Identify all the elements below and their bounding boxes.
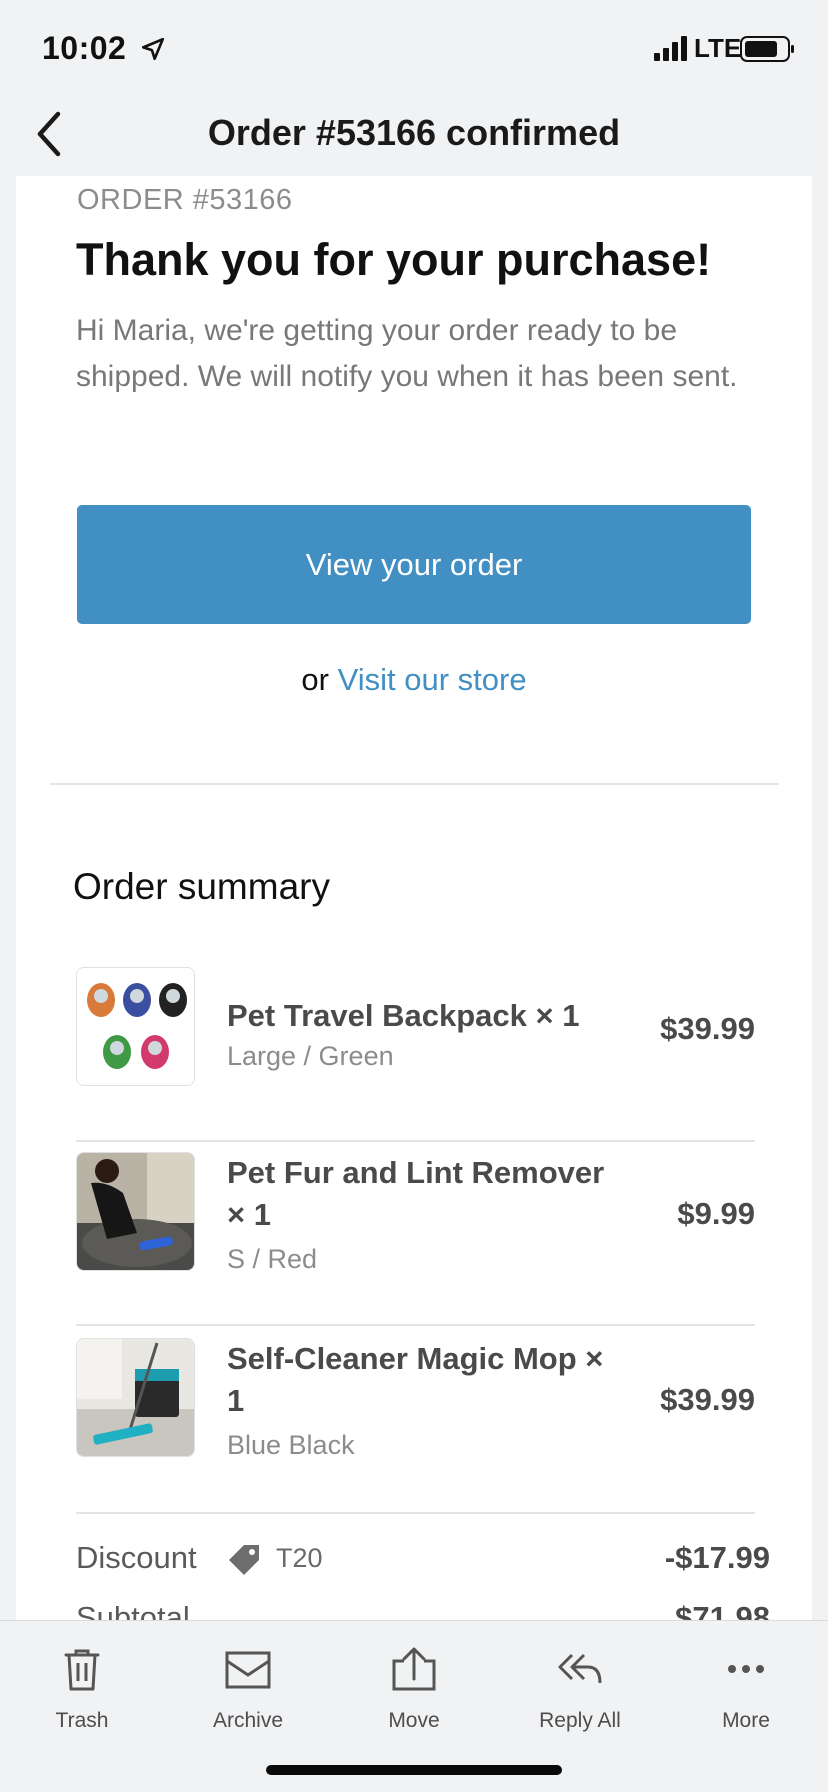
lint-remover-thumbnail <box>76 1152 195 1271</box>
order-number: ORDER #53166 <box>77 184 293 216</box>
order-summary-heading: Order summary <box>73 866 330 907</box>
battery-icon <box>740 36 794 62</box>
item-variant: Blue Black <box>227 1430 355 1460</box>
pet-backpack-image <box>77 968 194 1085</box>
discount-code: T20 <box>276 1543 323 1573</box>
visit-store-link[interactable]: Visit our store <box>338 662 527 697</box>
view-order-button[interactable]: View your order <box>77 505 751 624</box>
reply-all-button[interactable]: Reply All <box>510 1635 650 1735</box>
intro-text: Hi Maria, we're getting your order ready… <box>76 314 738 393</box>
more-label: More <box>722 1709 770 1732</box>
subtotal-label: Subtotal <box>76 1600 190 1620</box>
status-bar: 10:02 LTE <box>0 0 828 100</box>
archive-label: Archive <box>212 1709 284 1732</box>
item-divider <box>76 1324 755 1326</box>
section-divider <box>50 783 779 785</box>
home-indicator[interactable] <box>266 1765 562 1775</box>
more-icon <box>728 1665 764 1673</box>
order-item: Self-Cleaner Magic Mop × 1 Blue Black $3… <box>76 1338 755 1528</box>
item-name: Pet Fur and Lint Remover × 1 <box>227 1155 605 1232</box>
item-name: Self-Cleaner Magic Mop × 1 <box>227 1341 604 1418</box>
reply-all-label: Reply All <box>539 1709 621 1732</box>
archive-icon <box>225 1651 271 1689</box>
store-link-line: or Visit our store <box>16 662 812 698</box>
tag-icon <box>229 1545 259 1575</box>
cellular-signal-icon <box>654 36 687 61</box>
item-divider <box>76 1140 755 1142</box>
discount-amount: -$17.99 <box>664 1540 770 1575</box>
order-item: Pet Travel Backpack × 1 Large / Green $3… <box>76 967 755 1147</box>
navigation-header: Order #53166 confirmed <box>0 100 828 176</box>
move-button[interactable]: Move <box>344 1635 484 1735</box>
item-price: $39.99 <box>660 1382 755 1417</box>
more-button[interactable]: More <box>676 1635 816 1735</box>
subtotal-row: Subtotal $71.98 <box>76 1600 770 1620</box>
trash-button[interactable]: Trash <box>12 1635 152 1735</box>
discount-row: Discount T20 -$17.99 <box>76 1540 770 1584</box>
item-divider <box>76 1512 755 1514</box>
location-arrow-icon <box>141 37 165 61</box>
item-price: $9.99 <box>677 1196 755 1231</box>
item-variant: S / Red <box>227 1244 318 1274</box>
mop-image <box>77 1339 194 1456</box>
archive-button[interactable]: Archive <box>178 1635 318 1735</box>
pet-backpack-thumbnail <box>76 967 195 1086</box>
item-variant: Large / Green <box>227 1041 394 1071</box>
lint-remover-image <box>77 1153 194 1270</box>
network-type: LTE <box>694 33 742 63</box>
discount-label: Discount <box>76 1540 197 1575</box>
trash-label: Trash <box>55 1709 109 1732</box>
item-price: $39.99 <box>660 1011 755 1046</box>
trash-icon <box>64 1649 100 1691</box>
page-title: Order #53166 confirmed <box>207 112 621 153</box>
order-item: Pet Fur and Lint Remover × 1 S / Red $9.… <box>76 1152 755 1338</box>
email-body: ORDER #53166 Thank you for your purchase… <box>16 176 812 1620</box>
item-name: Pet Travel Backpack × 1 <box>227 998 580 1033</box>
thanks-heading: Thank you for your purchase! <box>76 234 712 285</box>
status-time: 10:02 <box>42 30 127 66</box>
view-order-label: View your order <box>305 546 523 582</box>
move-label: Move <box>388 1709 440 1732</box>
mop-thumbnail <box>76 1338 195 1457</box>
subtotal-amount: $71.98 <box>675 1600 770 1620</box>
or-text: or <box>301 662 329 697</box>
move-icon <box>392 1647 436 1691</box>
reply-all-icon <box>558 1653 602 1684</box>
